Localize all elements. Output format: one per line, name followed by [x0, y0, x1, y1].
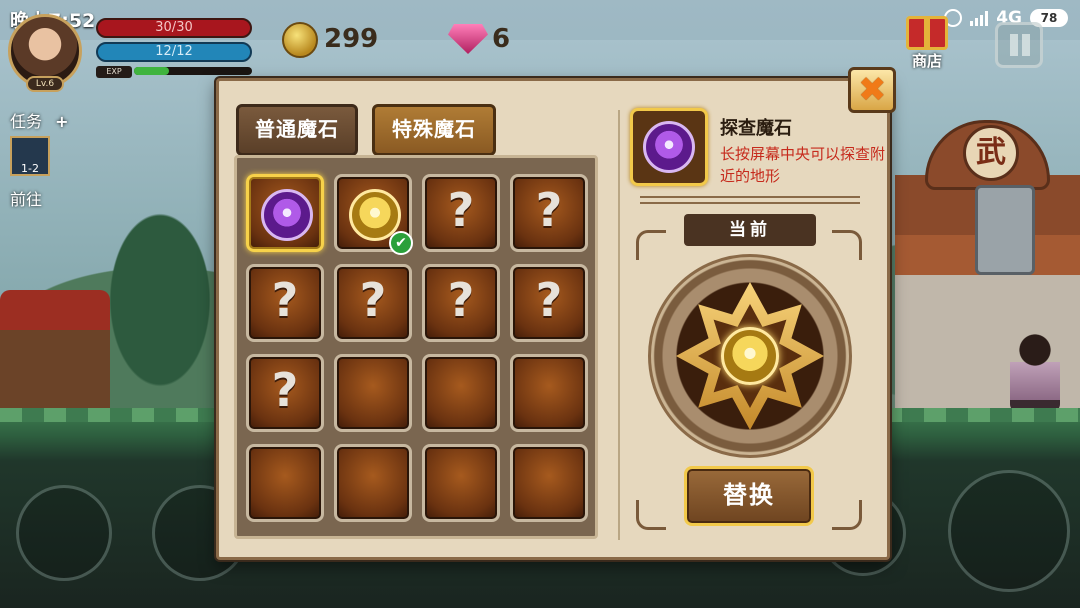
hp-bar: 30/30 [96, 18, 252, 38]
current-label: 当前 [684, 214, 816, 246]
ornament-divider [640, 196, 860, 204]
stone-slot-7[interactable]: ? [422, 264, 500, 342]
gift-icon [906, 16, 948, 50]
shop-label: 商店 [911, 52, 942, 70]
exp-fill [134, 67, 170, 75]
stone-slot-2[interactable]: ✔ [334, 174, 413, 255]
unknown-stone-icon: ? [535, 183, 563, 237]
move-left-control[interactable] [16, 485, 112, 581]
stone-slot-15[interactable] [422, 444, 500, 522]
pause-button[interactable] [995, 22, 1043, 68]
exp-label: EXP [96, 66, 132, 78]
stone-slot-10[interactable] [334, 354, 412, 432]
mp-bar: 12/12 [96, 42, 252, 62]
attack-control[interactable] [948, 470, 1070, 592]
stone-slot-3[interactable]: ? [422, 174, 500, 252]
stone-slot-14[interactable] [334, 444, 412, 522]
unknown-stone-icon: ? [271, 273, 299, 327]
close-button[interactable] [848, 67, 896, 113]
npc-character[interactable] [1010, 330, 1060, 412]
panel-divider [618, 110, 620, 540]
stone-slot-9[interactable]: ? [246, 354, 324, 432]
signal-icon [970, 10, 989, 26]
tab-normal-stone[interactable]: 普通魔石 [236, 104, 358, 156]
background-forest [90, 180, 230, 420]
equipped-check-icon: ✔ [389, 231, 413, 255]
stone-slot-8[interactable]: ? [510, 264, 588, 342]
stone-slot-4[interactable]: ? [510, 174, 588, 252]
quest-add-icon[interactable]: + [55, 112, 68, 131]
stone-description: 长按屏幕中央可以探查附近的地形 [720, 145, 886, 185]
stone-slot-16[interactable] [510, 444, 588, 522]
stone-slot-6[interactable]: ? [334, 264, 412, 342]
dojo-sign: 武 [963, 125, 1019, 181]
detect-stone-icon [261, 189, 313, 241]
stone-slot-5[interactable]: ? [246, 264, 324, 342]
quest-title: 任务 [10, 112, 43, 131]
frame-corner-br [832, 500, 862, 530]
frame-corner-bl [636, 500, 666, 530]
quest-label[interactable]: 任务 + [10, 108, 69, 132]
stone-slot-1[interactable] [246, 174, 324, 252]
selected-stone-preview [630, 108, 708, 186]
unknown-stone-icon: ? [271, 363, 299, 417]
goto-button[interactable]: 前往 [10, 186, 42, 210]
frame-corner-tl [636, 230, 666, 260]
stone-slot-13[interactable] [246, 444, 324, 522]
quest-card[interactable]: 1-2 [10, 136, 50, 176]
detect-stone-icon [643, 121, 695, 173]
equipped-stone-icon[interactable] [721, 327, 779, 385]
tab-special-stone[interactable]: 特殊魔石 [372, 104, 496, 156]
stone-tablet [975, 185, 1035, 275]
market-stall [0, 290, 110, 410]
stone-slot-11[interactable] [422, 354, 500, 432]
shop-button[interactable]: 商店 [902, 16, 952, 72]
gem-amount: 6 [492, 24, 511, 54]
gold-coin-icon [282, 22, 318, 58]
unknown-stone-icon: ? [447, 183, 475, 237]
stone-name: 探查魔石 [720, 118, 792, 139]
player-level-badge: Lv.6 [26, 76, 64, 92]
unknown-stone-icon: ? [447, 273, 475, 327]
replace-button[interactable]: 替换 [684, 466, 814, 526]
unknown-stone-icon: ? [359, 273, 387, 327]
gold-amount: 299 [324, 24, 379, 54]
stone-slot-12[interactable] [510, 354, 588, 432]
frame-corner-tr [832, 230, 862, 260]
exp-bar [134, 67, 252, 75]
quest-stage: 1-2 [21, 162, 39, 175]
unknown-stone-icon: ? [535, 273, 563, 327]
